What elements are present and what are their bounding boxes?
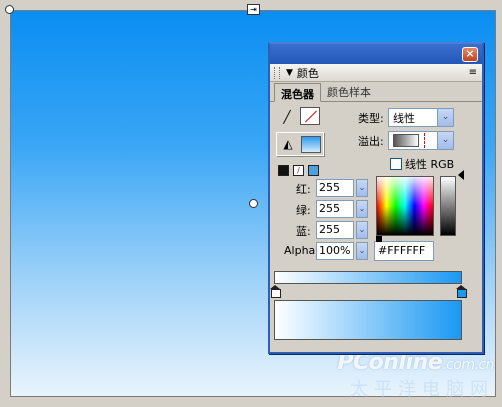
overflow-preview-icon — [393, 133, 425, 148]
panel-tabs: 混色器 颜色样本 — [270, 82, 482, 102]
fill-color-swatch[interactable] — [301, 136, 321, 153]
close-button[interactable]: × — [462, 47, 478, 62]
mixer-content: ╱ ◭ / 类型: 线性 ⌄ 溢出: ⌄ 线性 RGB 红: 255 ⌄ 绿: … — [270, 102, 482, 352]
overflow-label: 溢出: — [358, 135, 384, 148]
panel-titlebar[interactable]: × — [270, 44, 482, 64]
black-white-icon[interactable] — [278, 165, 289, 176]
stage: ⇥ PConline.com.cn 太平洋电脑网 × ▼ 颜色 ≡ 混色器 颜色… — [0, 0, 502, 407]
brightness-slider[interactable] — [440, 176, 456, 236]
red-label: 红: — [296, 183, 311, 196]
alpha-input[interactable]: 100% — [316, 242, 354, 260]
checkbox-icon[interactable] — [390, 158, 402, 170]
linear-rgb-checkbox[interactable]: 线性 RGB — [390, 156, 454, 172]
type-value: 线性 — [393, 111, 415, 125]
color-panel: × ▼ 颜色 ≡ 混色器 颜色样本 ╱ ◭ / 类型: 线性 ⌄ 溢出: ⌄ 线… — [268, 42, 484, 354]
green-input[interactable]: 255 — [316, 200, 354, 218]
rotate-handle[interactable] — [5, 5, 14, 14]
alpha-label: Alpha: — [284, 244, 319, 257]
pencil-icon[interactable]: ╱ — [278, 108, 296, 126]
chevron-down-icon[interactable]: ⌄ — [437, 109, 453, 126]
linear-rgb-label: 线性 RGB — [405, 158, 455, 171]
blue-input[interactable]: 255 — [316, 221, 354, 239]
color-spectrum[interactable] — [376, 176, 434, 236]
type-label: 类型: — [358, 112, 384, 125]
options-menu-icon[interactable]: ≡ — [469, 67, 477, 78]
swap-colors-icon[interactable] — [308, 165, 319, 176]
stroke-color-swatch[interactable] — [300, 107, 320, 125]
grip-icon[interactable] — [274, 66, 280, 79]
gradient-definition-bar[interactable] — [274, 271, 462, 284]
blue-label: 蓝: — [296, 225, 311, 238]
gradient-stop-left[interactable] — [270, 285, 281, 298]
overflow-dropdown[interactable]: ⌄ — [388, 131, 454, 150]
red-stepper-icon[interactable]: ⌄ — [356, 179, 368, 197]
fill-color-group[interactable]: ◭ — [276, 132, 324, 156]
panel-header[interactable]: ▼ 颜色 ≡ — [270, 64, 482, 82]
chevron-down-icon[interactable]: ⌄ — [437, 132, 453, 149]
type-dropdown[interactable]: 线性 ⌄ — [388, 108, 454, 127]
panel-title: 颜色 — [296, 66, 319, 80]
current-color-marker — [376, 236, 382, 242]
watermark: PConline.com.cn 太平洋电脑网 — [337, 350, 494, 401]
green-label: 绿: — [296, 204, 311, 217]
alpha-stepper-icon[interactable]: ⌄ — [356, 242, 368, 260]
hex-input[interactable]: #FFFFFF — [374, 241, 434, 261]
gradient-stop-right[interactable] — [456, 285, 467, 298]
paint-bucket-icon[interactable]: ◭ — [279, 135, 297, 153]
tab-swatches[interactable]: 颜色样本 — [321, 82, 377, 101]
gradient-preview — [274, 300, 462, 340]
collapse-icon[interactable]: ▼ — [286, 68, 293, 78]
watermark-chinese: 太平洋电脑网 — [350, 379, 494, 400]
no-color-icon[interactable]: / — [293, 165, 304, 176]
center-handle[interactable] — [249, 199, 258, 208]
brightness-arrow-icon[interactable] — [458, 170, 464, 180]
green-stepper-icon[interactable]: ⌄ — [356, 200, 368, 218]
width-handle-icon[interactable]: ⇥ — [247, 4, 260, 15]
red-input[interactable]: 255 — [316, 179, 354, 197]
blue-stepper-icon[interactable]: ⌄ — [356, 221, 368, 239]
tab-mixer[interactable]: 混色器 — [274, 83, 321, 102]
color-mini-tools: / — [278, 165, 319, 176]
